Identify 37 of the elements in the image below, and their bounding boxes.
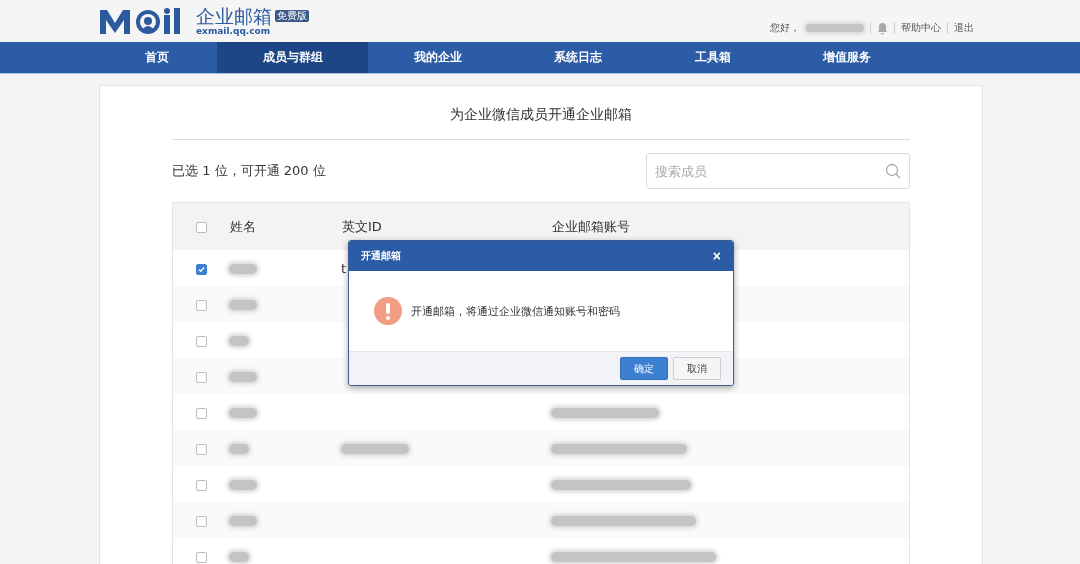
- column-header: 英文ID: [342, 218, 382, 234]
- checkbox[interactable]: [195, 299, 207, 311]
- header-link[interactable]: 退出: [954, 21, 974, 35]
- greeting: 您好，: [770, 21, 800, 35]
- column-header: 姓名: [230, 218, 256, 234]
- nav-tab[interactable]: 工具箱: [648, 42, 778, 73]
- nav-tab[interactable]: 系统日志: [508, 42, 648, 73]
- checkbox[interactable]: [195, 515, 207, 527]
- search-icon: [885, 163, 901, 179]
- close-button[interactable]: ×: [712, 248, 721, 264]
- confirm-button[interactable]: 确定: [620, 357, 668, 380]
- checkbox[interactable]: [195, 371, 207, 383]
- table-cell: t: [341, 260, 347, 276]
- checkbox[interactable]: [195, 479, 207, 491]
- checkbox[interactable]: [195, 443, 207, 455]
- warning-icon: [374, 297, 402, 325]
- header-link[interactable]: 帮助中心: [901, 21, 941, 35]
- logo-domain: exmail.qq.com: [196, 26, 272, 36]
- checkbox[interactable]: [195, 263, 207, 275]
- nav-tab[interactable]: 增值服务: [778, 42, 916, 73]
- nav-tab[interactable]: 我的企业: [368, 42, 508, 73]
- checkbox[interactable]: [195, 551, 207, 563]
- nav-tab[interactable]: 首页: [97, 42, 217, 73]
- column-header: 企业邮箱账号: [552, 218, 630, 234]
- bell-icon[interactable]: [877, 21, 888, 35]
- search-field[interactable]: 搜索成员: [646, 153, 910, 189]
- checkbox[interactable]: [195, 222, 207, 233]
- edition-badge: 免费版: [275, 10, 309, 22]
- dialog-title: 开通邮箱: [361, 249, 401, 263]
- selection-summary: 已选 1 位，可开通 200 位: [172, 162, 326, 180]
- cancel-button[interactable]: 取消: [673, 357, 721, 380]
- checkbox[interactable]: [195, 335, 207, 347]
- page-title: 为企业微信成员开通企业邮箱: [172, 86, 910, 140]
- logo-text: 企业邮箱: [196, 6, 272, 26]
- dialog-message: 开通邮箱，将通过企业微信通知账号和密码: [411, 303, 620, 319]
- nav-tab[interactable]: 成员与群组: [217, 42, 368, 73]
- checkbox[interactable]: [195, 407, 207, 419]
